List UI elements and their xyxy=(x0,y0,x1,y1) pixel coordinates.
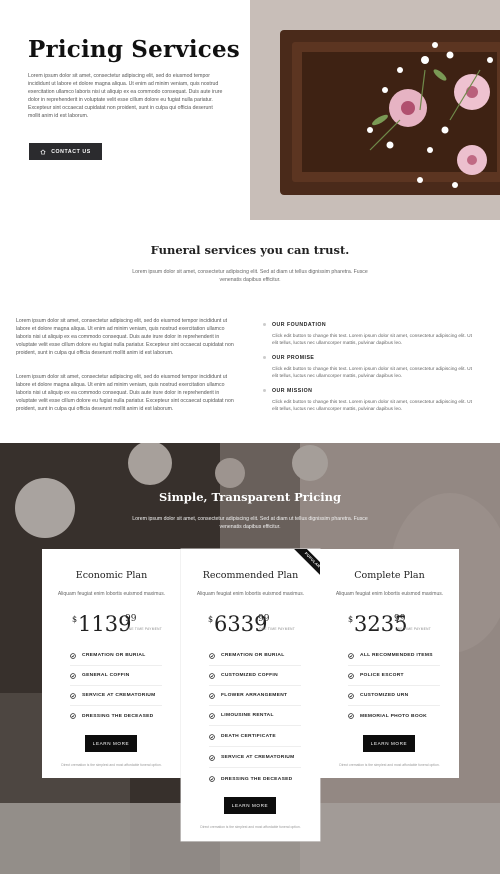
trust-subtitle: Lorem ipsum dolor sit amet, consectetur … xyxy=(132,269,368,283)
check-circle-icon xyxy=(209,692,215,699)
feature-foundation: OUR FOUNDATION Click edit button to chan… xyxy=(263,322,473,348)
plan-feature-item: DEATH CERTIFICATE xyxy=(209,727,301,747)
plan-feature-item: DRESSING THE DECEASED xyxy=(209,769,301,789)
learn-more-button-recommended[interactable]: LEARN MORE xyxy=(224,797,276,814)
price-note: ONE TIME PAYMENT xyxy=(259,627,295,631)
plan-feature-item: GENERAL COFFIN xyxy=(70,666,162,686)
feature-title: OUR PROMISE xyxy=(272,355,315,361)
plan-description: Aliquam feugiat enim lobortis euismod ma… xyxy=(196,591,305,597)
check-circle-icon xyxy=(348,672,354,679)
plan-footnote: Direct cremation is the simplest and mos… xyxy=(61,763,162,767)
check-circle-icon xyxy=(209,776,215,782)
price-cents: 99 xyxy=(394,614,406,624)
check-circle-icon xyxy=(209,733,215,740)
plan-feature-label: DRESSING THE DECEASED xyxy=(221,776,293,782)
check-circle-icon xyxy=(70,692,76,699)
check-circle-icon xyxy=(70,652,76,659)
plan-name: Complete Plan xyxy=(354,570,425,581)
plan-feature-label: SERVICE AT CREMATORIUM xyxy=(221,755,295,760)
check-circle-icon xyxy=(209,652,215,659)
price-amount: 1139 xyxy=(78,612,132,636)
plan-card-complete: Complete Plan Aliquam feugiat enim lobor… xyxy=(320,549,459,778)
plan-feature-label: FLOWER ARRANGEMENT xyxy=(221,693,288,698)
plan-feature-label: CUSTOMIZED URN xyxy=(360,693,409,698)
bullet-icon xyxy=(263,356,266,359)
feature-text: Click edit button to change this text. L… xyxy=(272,400,472,413)
home-icon xyxy=(40,149,46,154)
hero-photo-casket-flowers xyxy=(250,0,500,220)
bullet-icon xyxy=(263,323,266,326)
plan-feature-label: ALL RECOMMENDED ITEMS xyxy=(360,653,433,658)
price-cents: 99 xyxy=(258,614,270,624)
trust-paragraph: Lorem ipsum dolor sit amet, consectetur … xyxy=(16,318,234,356)
hero-text: Pricing Services Lorem ipsum dolor sit a… xyxy=(28,36,240,120)
trust-heading: Funeral services you can trust. xyxy=(150,243,350,257)
check-circle-icon xyxy=(348,692,354,699)
plan-feature-label: MEMORIAL PHOTO BOOK xyxy=(360,713,427,719)
plan-feature-item: DRESSING THE DECEASED xyxy=(70,706,162,726)
plan-feature-label: CUSTOMIZED COFFIN xyxy=(221,673,278,678)
hero-section: Pricing Services Lorem ipsum dolor sit a… xyxy=(0,0,500,220)
casket-flowers-image xyxy=(250,0,500,220)
plan-feature-item: SERVICE AT CREMATORIUM xyxy=(70,686,162,706)
price-cents: 99 xyxy=(125,614,137,624)
feature-promise: OUR PROMISE Click edit button to change … xyxy=(263,355,473,381)
pricing-heading: Simple, Transparent Pricing xyxy=(158,490,342,504)
check-circle-icon xyxy=(70,672,76,679)
plan-feature-item: FLOWER ARRANGEMENT xyxy=(209,686,301,706)
plan-name: Economic Plan xyxy=(75,570,148,581)
plan-card-recommended: POPULAR Recommended Plan Aliquam feugiat… xyxy=(181,549,320,841)
feature-text: Click edit button to change this text. L… xyxy=(272,334,472,347)
feature-text: Click edit button to change this text. L… xyxy=(272,367,472,380)
plan-footnote: Direct cremation is the simplest and mos… xyxy=(200,825,301,829)
learn-more-button-complete[interactable]: LEARN MORE xyxy=(363,735,415,752)
trust-paragraph: Lorem ipsum dolor sit amet, consectetur … xyxy=(16,374,234,412)
feature-mission: OUR MISSION Click edit button to change … xyxy=(263,388,473,414)
plan-description: Aliquam feugiat enim lobortis euismod ma… xyxy=(335,591,444,597)
plan-description: Aliquam feugiat enim lobortis euismod ma… xyxy=(57,591,166,597)
contact-us-label: CONTACT US xyxy=(51,148,91,155)
pricing-subtitle: Lorem ipsum dolor sit amet, consectetur … xyxy=(132,516,368,530)
learn-more-button-economic[interactable]: LEARN MORE xyxy=(85,735,137,752)
plan-feature-label: DRESSING THE DECEASED xyxy=(82,713,154,719)
feature-title: OUR MISSION xyxy=(272,388,313,394)
plan-feature-label: POLICE ESCORT xyxy=(360,673,404,678)
price-note: ONE TIME PAYMENT xyxy=(395,627,431,631)
bullet-icon xyxy=(263,389,266,392)
plan-feature-label: CREMATION OR BURIAL xyxy=(82,653,146,658)
check-circle-icon xyxy=(209,712,215,719)
contact-us-button[interactable]: CONTACT US xyxy=(29,143,102,160)
price-currency: $ xyxy=(348,615,354,624)
plan-footnote: Direct cremation is the simplest and mos… xyxy=(339,763,440,767)
plan-feature-item: ALL RECOMMENDED ITEMS xyxy=(348,646,440,666)
plan-feature-label: DEATH CERTIFICATE xyxy=(221,734,276,739)
price-note: ONE TIME PAYMENT xyxy=(126,627,162,631)
plan-feature-label: LIMOUSINE RENTAL xyxy=(221,713,274,718)
plan-name: Recommended Plan xyxy=(202,570,299,581)
plan-feature-label: GENERAL COFFIN xyxy=(82,673,130,678)
check-circle-icon xyxy=(209,754,215,761)
plan-feature-item: CUSTOMIZED URN xyxy=(348,686,440,706)
check-circle-icon xyxy=(348,713,354,719)
plan-feature-item: CREMATION OR BURIAL xyxy=(70,646,162,666)
check-circle-icon xyxy=(209,672,215,679)
plan-feature-item: CREMATION OR BURIAL xyxy=(209,646,301,666)
check-circle-icon xyxy=(70,713,76,719)
price-currency: $ xyxy=(72,615,78,624)
price-currency: $ xyxy=(208,615,214,624)
plan-feature-item: POLICE ESCORT xyxy=(348,666,440,686)
page-title: Pricing Services xyxy=(28,36,240,63)
plan-feature-item: MEMORIAL PHOTO BOOK xyxy=(348,706,440,726)
feature-title: OUR FOUNDATION xyxy=(272,322,327,328)
hero-description: Lorem ipsum dolor sit amet, consectetur … xyxy=(28,73,223,119)
check-circle-icon xyxy=(348,652,354,659)
plan-feature-item: SERVICE AT CREMATORIUM xyxy=(209,748,301,768)
plan-feature-label: CREMATION OR BURIAL xyxy=(221,653,285,658)
plan-feature-item: LIMOUSINE RENTAL xyxy=(209,706,301,726)
plan-card-economic: Economic Plan Aliquam feugiat enim lobor… xyxy=(42,549,181,778)
plan-feature-item: CUSTOMIZED COFFIN xyxy=(209,666,301,686)
plan-feature-label: SERVICE AT CREMATORIUM xyxy=(82,693,156,698)
